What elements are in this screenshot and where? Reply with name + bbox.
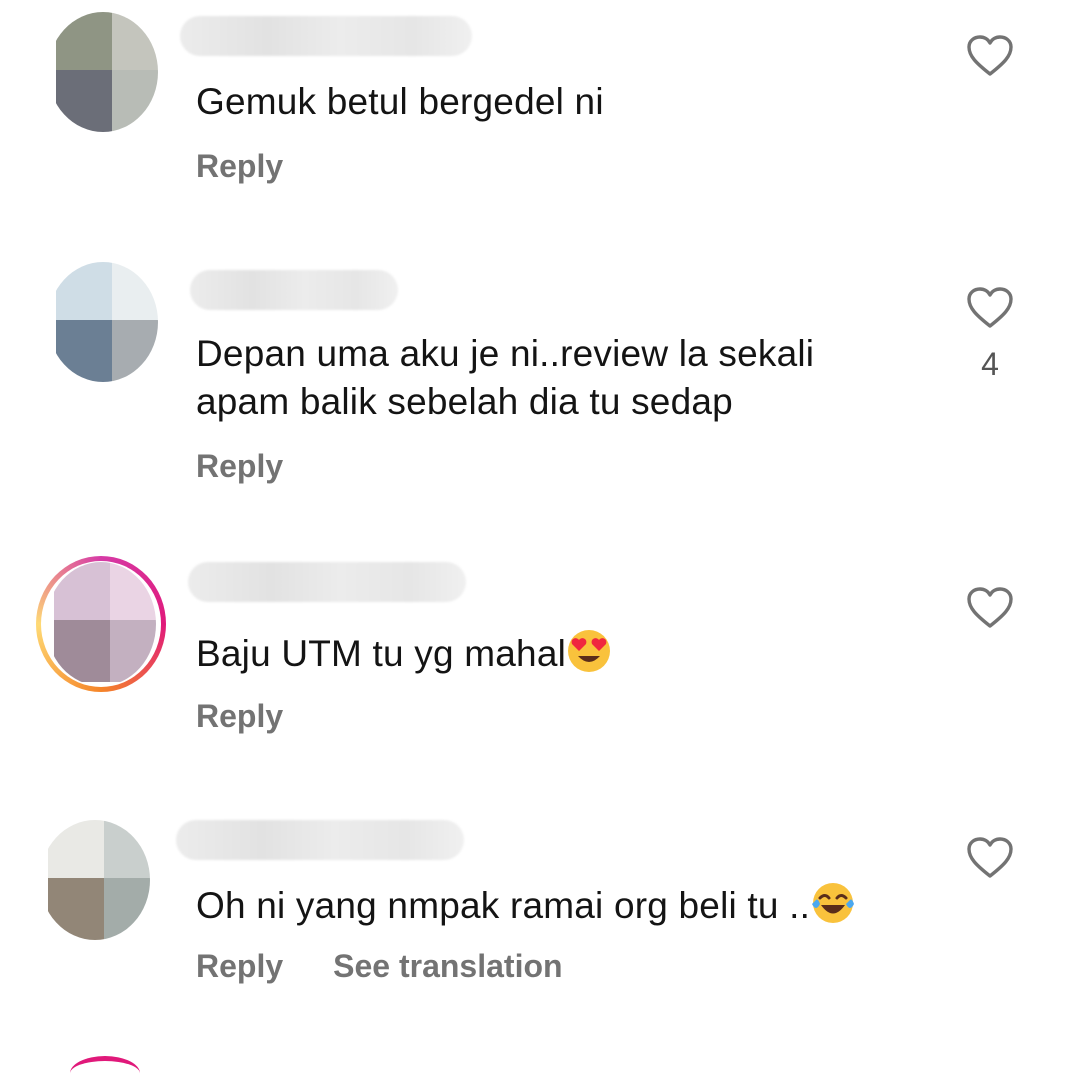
comment-text-line: Depan uma aku je ni..review la sekali [196,333,815,374]
comment-text: Oh ni yang nmpak ramai org beli tu .. [196,880,856,930]
comment-actions: Reply [196,146,283,186]
see-translation-button[interactable]: See translation [333,948,562,984]
heart-icon[interactable] [966,286,1014,330]
comment-text: Depan uma aku je ni..review la sekali ap… [196,330,814,426]
comment-text-line: apam balik sebelah dia tu sedap [196,381,733,422]
username-redacted[interactable] [176,820,464,860]
heart-icon[interactable] [966,836,1014,880]
tears-of-joy-emoji-icon [812,883,855,923]
reply-button[interactable]: Reply [196,148,283,184]
avatar[interactable] [40,820,150,940]
comment-actions: Reply [196,696,283,736]
comment-text-content: Oh ni yang nmpak ramai org beli tu .. [196,885,811,926]
reply-button[interactable]: Reply [196,948,283,984]
username-redacted[interactable] [188,562,466,602]
comment-text: Gemuk betul bergedel ni [196,81,604,122]
comment-actions: Reply [196,446,283,486]
reply-button[interactable]: Reply [196,448,283,484]
next-comment-avatar-edge [70,1056,140,1091]
heart-eyes-emoji-icon [568,630,611,672]
reply-button[interactable]: Reply [196,698,283,734]
comment-actions: Reply See translation [196,946,563,986]
heart-icon[interactable] [966,586,1014,630]
avatar[interactable] [48,262,158,382]
heart-icon[interactable] [966,34,1014,78]
username-redacted[interactable] [190,270,398,310]
comment-text-content: Baju UTM tu yg mahal [196,633,567,674]
avatar[interactable] [48,12,158,132]
comment-text: Baju UTM tu yg mahal [196,628,612,678]
avatar[interactable] [46,562,156,686]
username-redacted[interactable] [180,16,472,56]
like-count: 4 [981,346,999,382]
